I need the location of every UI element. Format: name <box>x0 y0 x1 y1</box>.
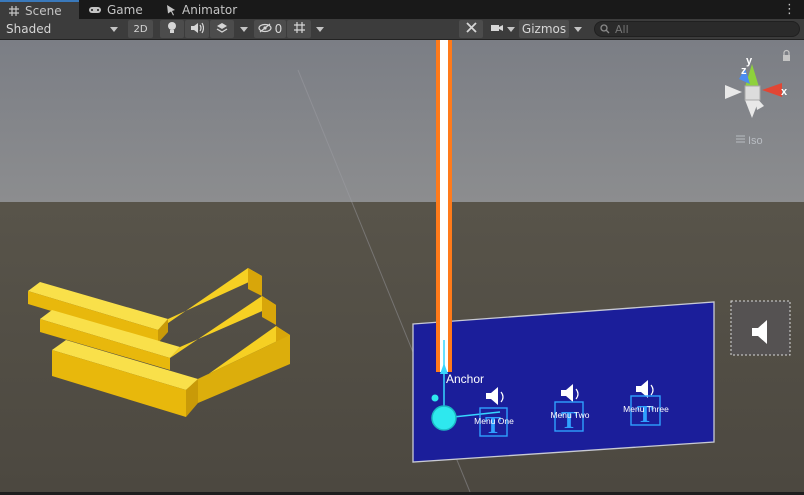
effects-dropdown[interactable] <box>236 20 252 38</box>
menu-item-three-label: Menu Three <box>623 404 669 414</box>
gizmo-y-label: y <box>746 55 753 67</box>
eye-slash-icon <box>258 22 272 36</box>
tab-scene-label: Scene <box>25 3 62 18</box>
tab-menu-icon[interactable]: ⋮ <box>783 2 796 17</box>
tools-button[interactable] <box>459 20 483 38</box>
grid-snap-dropdown[interactable] <box>312 20 328 38</box>
search-icon <box>600 24 611 34</box>
skybox <box>0 40 804 202</box>
hidden-count: 0 <box>274 22 283 36</box>
chevron-down-icon <box>506 26 515 32</box>
grid-snap-icon <box>293 21 306 37</box>
tab-scene[interactable]: Scene <box>0 0 79 19</box>
chevron-down-icon <box>574 26 582 32</box>
draw-mode-label: Shaded <box>6 22 52 36</box>
scene-canvas[interactable]: Anchor T Menu One T Menu Two T Menu Thre… <box>0 40 804 493</box>
camera-icon <box>490 22 504 36</box>
menu-item-one-label: Menu One <box>474 416 514 426</box>
gizmo-x-label: x <box>781 86 788 98</box>
projection-label: Iso <box>748 135 763 147</box>
chevron-down-icon <box>110 26 118 32</box>
2d-toggle-button[interactable]: 2D <box>128 20 153 38</box>
effects-toggle-button[interactable] <box>210 20 234 38</box>
search-input[interactable] <box>615 22 785 36</box>
lightbulb-icon <box>167 21 177 37</box>
tab-animator-label: Animator <box>182 2 238 17</box>
tab-game-label: Game <box>107 2 143 17</box>
audio-source-gizmo[interactable] <box>730 300 791 356</box>
camera-settings-dropdown[interactable] <box>486 20 518 38</box>
gizmos-button[interactable]: Gizmos <box>519 20 569 38</box>
scene-search <box>594 21 800 37</box>
audio-toggle-button[interactable] <box>185 20 209 38</box>
wrench-icon <box>465 21 478 37</box>
menu-item-two-label: Menu Two <box>550 410 589 420</box>
grid-icon <box>8 5 20 17</box>
gizmos-dropdown[interactable] <box>570 20 586 38</box>
animator-icon <box>165 4 177 16</box>
lighting-toggle-button[interactable] <box>160 20 184 38</box>
chevron-down-icon <box>240 26 248 32</box>
chevron-down-icon <box>316 26 324 32</box>
draw-mode-dropdown[interactable]: Shaded <box>2 20 122 38</box>
speaker-icon <box>190 22 205 37</box>
tab-animator[interactable]: Animator <box>157 0 247 19</box>
scene-toolbar: Shaded 2D 0 Gizmos All <box>0 19 804 40</box>
tab-game[interactable]: Game <box>80 0 156 19</box>
selected-object-highlight[interactable] <box>436 40 452 372</box>
grid-snap-toggle[interactable] <box>287 20 311 38</box>
gamepad-icon <box>88 5 102 15</box>
scene-viewport[interactable]: Anchor T Menu One T Menu Two T Menu Thre… <box>0 40 804 493</box>
hidden-objects-toggle[interactable]: 0 <box>254 20 286 38</box>
scene-view-tab-bar: Scene Game Animator ⋮ <box>0 0 804 19</box>
anchor-label: Anchor <box>446 372 484 386</box>
layers-icon <box>216 22 228 37</box>
